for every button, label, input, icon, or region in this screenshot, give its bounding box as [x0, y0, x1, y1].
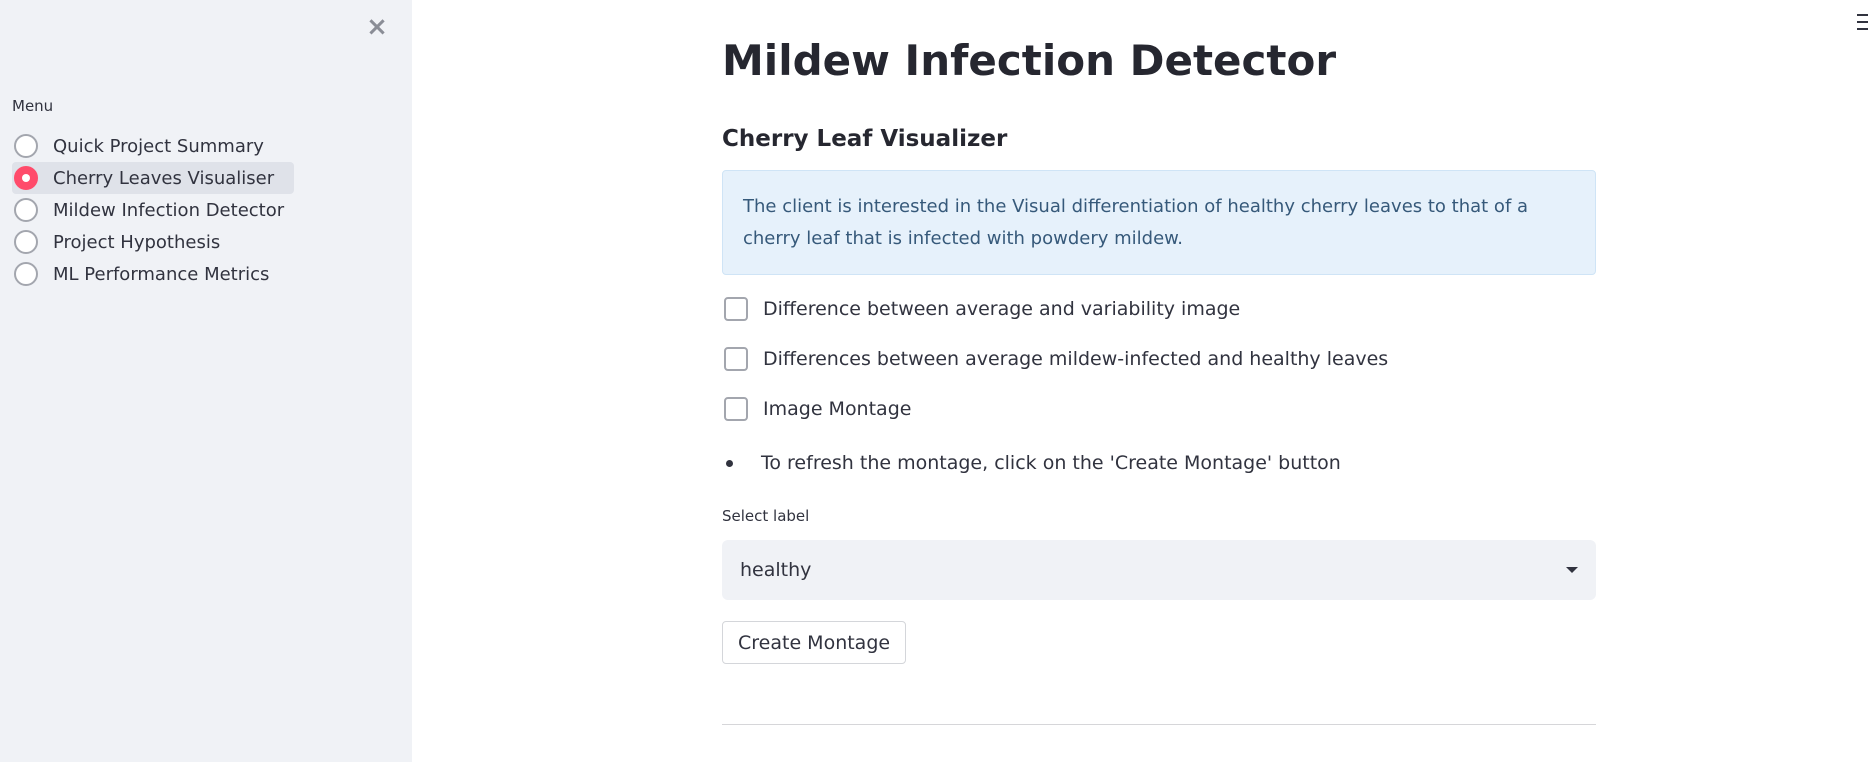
checkbox-average-variability[interactable]: Difference between average and variabili… — [724, 297, 1240, 321]
bullet-list-item: To refresh the montage, click on the 'Cr… — [722, 452, 1341, 474]
checkbox-image-montage[interactable]: Image Montage — [724, 397, 911, 421]
radio-label: Mildew Infection Detector — [53, 199, 285, 221]
checkbox-average-differences[interactable]: Differences between average mildew-infec… — [724, 347, 1388, 371]
radio-option-quick-project-summary[interactable]: Quick Project Summary — [12, 130, 294, 162]
radio-button-selected-icon[interactable] — [14, 166, 38, 190]
radio-label: Cherry Leaves Visualiser — [53, 167, 275, 189]
radio-label: Project Hypothesis — [53, 231, 221, 253]
chevron-down-icon[interactable] — [1566, 567, 1578, 573]
checkbox-icon[interactable] — [724, 347, 748, 371]
checkbox-label: Image Montage — [763, 398, 912, 420]
radio-option-cherry-leaves-visualiser[interactable]: Cherry Leaves Visualiser — [12, 162, 295, 194]
radio-button-icon[interactable] — [14, 230, 38, 254]
radio-option-mildew-infection-detector[interactable]: Mildew Infection Detector — [12, 194, 294, 226]
menu-radio-group: Quick Project Summary Cherry Leaves Visu… — [12, 130, 295, 290]
radio-label: ML Performance Metrics — [53, 263, 270, 285]
radio-button-icon[interactable] — [14, 262, 38, 286]
radio-option-ml-performance-metrics[interactable]: ML Performance Metrics — [12, 258, 294, 290]
menu-label: Menu — [12, 97, 54, 115]
radio-button-icon[interactable] — [14, 198, 38, 222]
bullet-text: To refresh the montage, click on the 'Cr… — [761, 452, 1341, 474]
sidebar: × Menu Quick Project Summary Cherry Leav… — [0, 0, 412, 762]
hamburger-line — [1857, 28, 1868, 30]
hamburger-menu-icon[interactable] — [1857, 14, 1868, 34]
select-value: healthy — [740, 559, 812, 581]
bullet-icon — [726, 459, 733, 467]
checkbox-label: Differences between average mildew-infec… — [763, 348, 1389, 370]
page-title: Mildew Infection Detector — [722, 36, 1337, 85]
checkbox-label: Difference between average and variabili… — [763, 298, 1241, 320]
info-alert: The client is interested in the Visual d… — [722, 170, 1596, 275]
close-sidebar-icon[interactable]: × — [364, 12, 390, 42]
divider — [722, 724, 1596, 725]
checkbox-icon[interactable] — [724, 297, 748, 321]
label-select[interactable]: healthy — [722, 540, 1596, 600]
radio-label: Quick Project Summary — [53, 135, 264, 157]
radio-dot-icon — [22, 174, 30, 182]
hamburger-line — [1857, 14, 1868, 16]
checkbox-icon[interactable] — [724, 397, 748, 421]
hamburger-line — [1857, 21, 1868, 23]
radio-button-icon[interactable] — [14, 134, 38, 158]
section-subheader: Cherry Leaf Visualizer — [722, 126, 1008, 152]
select-label: Select label — [722, 507, 810, 525]
radio-option-project-hypothesis[interactable]: Project Hypothesis — [12, 226, 294, 258]
create-montage-button[interactable]: Create Montage — [722, 621, 907, 664]
